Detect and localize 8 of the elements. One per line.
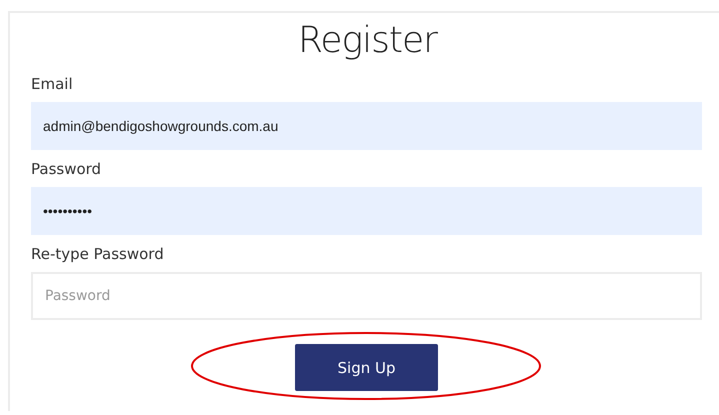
field-label: Email — [31, 75, 74, 93]
field-label: Password — [31, 160, 102, 178]
input-field[interactable]: •••••••••• — [31, 187, 702, 235]
input-field[interactable]: admin@bendigoshowgrounds.com.au — [31, 102, 702, 150]
field-label: Re-type Password — [31, 245, 165, 263]
form-title: Register — [297, 19, 439, 63]
input-field[interactable]: Password — [31, 272, 702, 320]
sign-up-button[interactable]: Sign Up — [295, 344, 438, 391]
